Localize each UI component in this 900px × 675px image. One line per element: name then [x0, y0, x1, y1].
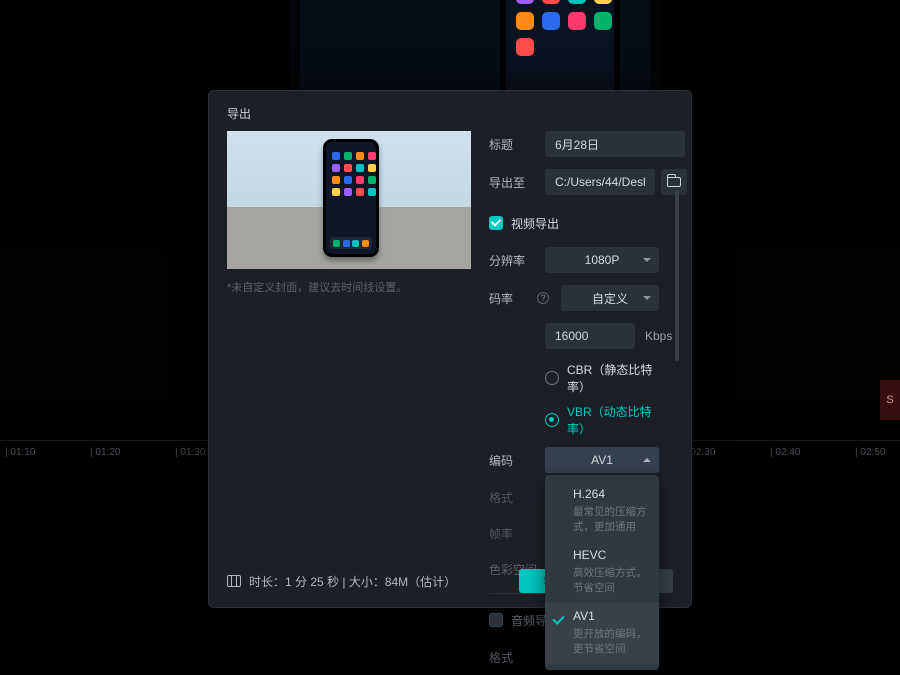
- resolution-label: 分辨率: [489, 252, 545, 269]
- encoding-value: AV1: [591, 453, 613, 467]
- encoding-dropdown-menu: H.264最常见的压缩方式，更加通用HEVC高效压缩方式，节省空间AV1更开放的…: [545, 475, 659, 670]
- export-dialog: 导出 *未自定义封面，建议去时间线设置。: [208, 90, 692, 608]
- fps-label: 帧率: [489, 525, 545, 542]
- export-stats: 时长： 1 分 25 秒 | 大小：84M（估计）: [227, 573, 456, 590]
- bitrate-number-input[interactable]: [545, 323, 635, 349]
- folder-icon: [667, 177, 681, 187]
- audio-export-checkbox[interactable]: [489, 613, 503, 627]
- path-input[interactable]: [545, 169, 655, 195]
- encoding-option-av1[interactable]: AV1更开放的编码，更节省空间: [545, 603, 659, 664]
- encoding-option-h264[interactable]: H.264最常见的压缩方式，更加通用: [545, 481, 659, 542]
- bitrate-mode-select[interactable]: 自定义: [561, 285, 659, 311]
- path-label: 导出至: [489, 174, 545, 191]
- vbr-radio-row[interactable]: VBR（动态比特率）: [545, 403, 659, 437]
- dialog-title: 导出: [227, 105, 673, 121]
- vbr-radio[interactable]: [545, 413, 559, 427]
- cover-thumbnail[interactable]: [227, 131, 471, 269]
- encoding-label: 编码: [489, 452, 545, 469]
- audio-format-label: 格式: [489, 649, 545, 666]
- chevron-down-icon: [643, 258, 651, 262]
- cbr-radio[interactable]: [545, 371, 559, 385]
- chevron-up-icon: [643, 458, 651, 462]
- cbr-radio-row[interactable]: CBR（静态比特率）: [545, 361, 659, 395]
- video-export-header: 视频导出: [511, 215, 559, 232]
- browse-folder-button[interactable]: [661, 169, 687, 195]
- timeline-marker: S: [880, 380, 900, 420]
- title-label: 标题: [489, 136, 545, 153]
- stats-prefix: 时长：: [249, 573, 285, 590]
- bitrate-unit: Kbps: [645, 329, 672, 343]
- chevron-down-icon: [643, 296, 651, 300]
- info-icon[interactable]: ?: [537, 292, 549, 304]
- resolution-select[interactable]: 1080P: [545, 247, 659, 273]
- vbr-radio-label: VBR（动态比特率）: [567, 403, 659, 437]
- encoding-select[interactable]: AV1: [545, 447, 659, 473]
- video-export-checkbox[interactable]: [489, 216, 503, 230]
- bitrate-mode-value: 自定义: [592, 290, 628, 307]
- resolution-value: 1080P: [585, 253, 620, 267]
- film-icon: [227, 575, 241, 587]
- cover-hint: *未自定义封面，建议去时间线设置。: [227, 279, 471, 295]
- encoding-option-hevc[interactable]: HEVC高效压缩方式，节省空间: [545, 542, 659, 603]
- title-input[interactable]: [545, 131, 685, 157]
- stats-text: 1 分 25 秒 | 大小：84M（估计）: [285, 573, 456, 590]
- format-label: 格式: [489, 489, 545, 506]
- cbr-radio-label: CBR（静态比特率）: [567, 361, 659, 395]
